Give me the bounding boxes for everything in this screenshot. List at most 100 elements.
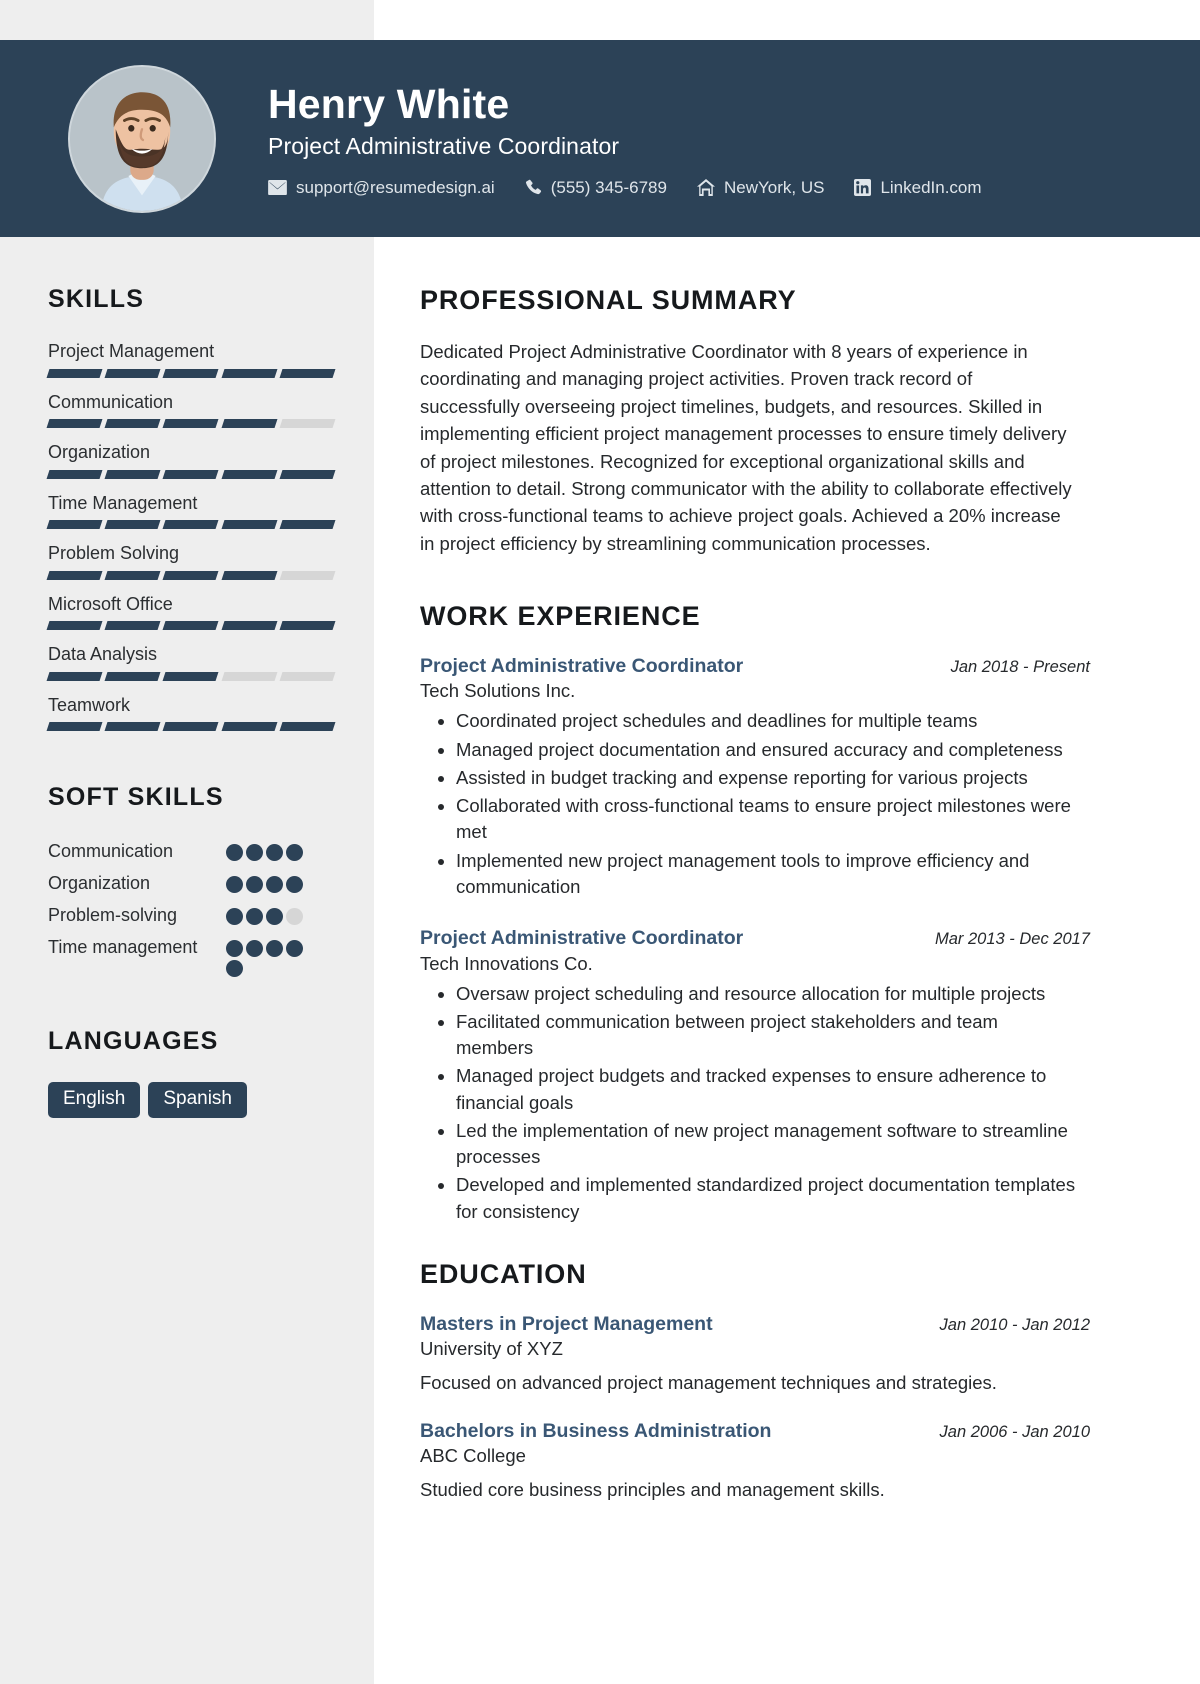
skill-segment [221, 419, 278, 428]
experience-bullet: Oversaw project scheduling and resource … [456, 981, 1080, 1007]
skill-segment [279, 671, 336, 681]
experience-list: Project Administrative Coordinator Jan 20… [420, 654, 1090, 1225]
soft-skill-dot [246, 908, 263, 925]
skill-label: Teamwork [48, 694, 131, 715]
soft-skill-dot [226, 940, 243, 957]
skill-label: Data Analysis [48, 644, 158, 664]
experience-heading: WORK EXPERIENCE [420, 601, 701, 631]
skill-segment [46, 520, 103, 529]
contact-linkedin[interactable]: LinkedIn.com [854, 177, 982, 198]
skill-segment [221, 621, 278, 630]
contact-row: support@resumedesign.ai (555) 345-6789 N… [268, 178, 982, 198]
experience-entry: Project Administrative Coordinator Mar 20… [420, 926, 1090, 1225]
skill-segment [279, 621, 336, 630]
soft-skill-dot [226, 960, 243, 977]
education-school: ABC College [420, 1444, 526, 1466]
education-entry: Bachelors in Business Administration Jan … [420, 1419, 1090, 1504]
skill-segment [162, 621, 220, 630]
skill-segment [104, 469, 161, 479]
education-degree: Masters in Project Management [420, 1312, 713, 1335]
education-entry-head: Bachelors in Business Administration Jan … [420, 1419, 1090, 1444]
skill-label: Time Management [48, 492, 198, 513]
soft-skill-dot [266, 940, 283, 957]
soft-skill-dot [226, 876, 243, 893]
experience-title: Project Administrative Coordinator [420, 927, 744, 950]
experience-bullet: Led the implementation of new project ma… [456, 1118, 1080, 1171]
resume-header: Henry White Project Administrative Coord… [0, 40, 1200, 237]
experience-bullet: Managed project budgets and tracked expe… [456, 1063, 1080, 1116]
skill-segment [162, 570, 220, 580]
soft-skill-row: Problem-solving [48, 902, 334, 929]
skill-segment [46, 722, 103, 731]
experience-title: Project Administrative Coordinator [420, 655, 744, 677]
education-date: Jan 2010 - Jan 2012 [939, 1315, 1090, 1334]
language-badge[interactable]: Spanish [148, 1082, 247, 1118]
soft-skills-list: Communication Organization Problem-solving… [48, 838, 334, 977]
avatar [68, 64, 216, 213]
contact-phone[interactable]: (555) 345-6789 [525, 178, 667, 198]
education-entry-head: Masters in Project Management Jan 2010 - … [420, 1312, 1090, 1337]
language-badge[interactable]: English [48, 1082, 141, 1118]
education-degree: Bachelors in Business Administration [420, 1419, 772, 1442]
experience-bullet-list: Coordinated project schedules and deadli… [420, 708, 1080, 900]
skill-segment [221, 671, 278, 681]
soft-skill-dot [286, 844, 303, 861]
skill-segment [104, 570, 161, 580]
summary-text: Dedicated Project Administrative Coordin… [420, 341, 1072, 554]
skills-list: Project Management Communication Organizat… [46, 340, 336, 731]
soft-skill-dot [286, 876, 303, 893]
experience-bullet: Developed and implemented standardized p… [456, 1172, 1080, 1225]
soft-skills-heading: SOFT SKILLS [48, 783, 224, 811]
experience-company: Tech Innovations Co. [420, 952, 593, 974]
skill-level-bar [46, 621, 336, 630]
experience-bullet: Assisted in budget tracking and expense … [456, 765, 1080, 791]
top-strip [0, 0, 1200, 40]
skill-segment [104, 671, 161, 681]
soft-skill-dots [226, 902, 318, 925]
contact-email[interactable]: support@resumedesign.ai [268, 178, 495, 198]
skill-segment [104, 520, 161, 529]
page-title: Henry White [268, 81, 510, 128]
skill-level-bar [46, 520, 336, 529]
soft-skill-label: Time management [48, 937, 198, 957]
skill-segment [279, 520, 336, 529]
contact-location[interactable]: NewYork, US [696, 178, 824, 198]
skill-level-bar [46, 469, 336, 479]
education-list: Masters in Project Management Jan 2010 - … [420, 1312, 1090, 1503]
skill-segment [279, 419, 336, 428]
experience-entry-head: Project Administrative Coordinator Jan 20… [420, 654, 1090, 679]
soft-skill-dot [286, 940, 303, 957]
education-description: Studied core business principles and man… [420, 1478, 885, 1500]
experience-bullet: Coordinated project schedules and deadli… [456, 708, 1080, 734]
skills-heading: SKILLS [48, 285, 145, 313]
linkedin-icon [854, 179, 872, 197]
soft-skill-label: Organization [48, 873, 151, 893]
skill-row: Organization [46, 441, 336, 479]
soft-skill-dot [246, 940, 263, 957]
home-icon [696, 179, 715, 197]
experience-company: Tech Solutions Inc. [420, 680, 576, 702]
soft-skill-dot [266, 844, 283, 861]
contact-phone-text: (555) 345-6789 [550, 177, 667, 197]
contact-linkedin-text: LinkedIn.com [880, 177, 982, 197]
skill-segment [46, 621, 103, 630]
soft-skill-row: Organization [48, 870, 334, 897]
main-column: PROFESSIONAL SUMMARY Dedicated Project A… [374, 237, 1200, 1684]
languages-heading: LANGUAGES [48, 1027, 219, 1055]
soft-skill-dot [226, 844, 243, 861]
skill-segment [162, 722, 220, 731]
skill-segment [221, 520, 278, 529]
header-text-block: Henry White Project Administrative Coord… [268, 79, 982, 197]
skill-segment [279, 469, 336, 479]
soft-skill-dot [266, 908, 283, 925]
phone-icon [525, 179, 542, 196]
skill-row: Problem Solving [46, 542, 336, 580]
skill-segment [46, 469, 103, 479]
skill-segment [104, 722, 161, 731]
experience-bullet-list: Oversaw project scheduling and resource … [420, 981, 1080, 1225]
skill-segment [46, 671, 103, 681]
skill-level-bar [46, 671, 336, 681]
soft-skill-dot [246, 844, 263, 861]
contact-email-text: support@resumedesign.ai [296, 177, 495, 197]
skill-row: Project Management [46, 340, 336, 378]
